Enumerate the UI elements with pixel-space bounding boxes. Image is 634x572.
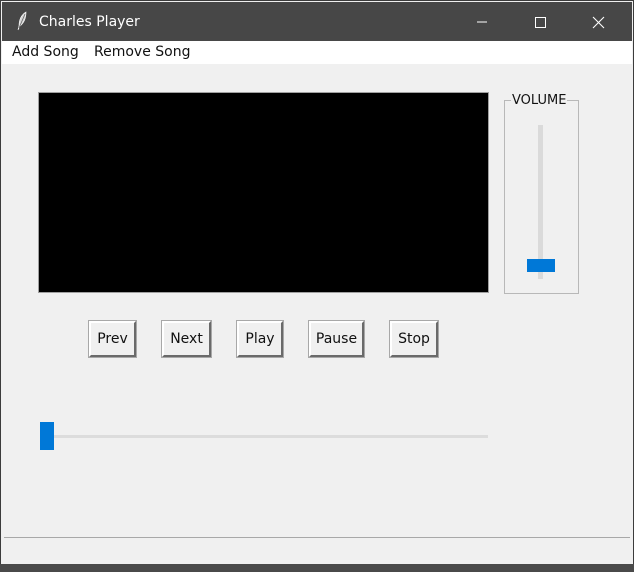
maximize-button[interactable] xyxy=(511,2,569,41)
menu-add-song[interactable]: Add Song xyxy=(12,44,79,61)
minimize-button[interactable] xyxy=(453,2,511,41)
window-bottom-edge xyxy=(0,564,634,572)
prev-button[interactable]: Prev xyxy=(89,321,136,357)
seek-slider-thumb[interactable] xyxy=(40,422,54,450)
next-button[interactable]: Next xyxy=(162,321,211,357)
menu-bar: Add Song Remove Song xyxy=(2,41,632,64)
window-title: Charles Player xyxy=(39,14,140,30)
feather-icon xyxy=(16,11,28,31)
close-button[interactable] xyxy=(569,2,627,41)
volume-label: VOLUME xyxy=(511,93,568,109)
stop-button[interactable]: Stop xyxy=(390,321,438,357)
volume-slider-track[interactable] xyxy=(538,125,543,279)
pause-button[interactable]: Pause xyxy=(309,321,364,357)
player-window: Charles Player Add Song Remove Song VOLU… xyxy=(0,0,634,572)
playlist-display[interactable] xyxy=(38,92,489,293)
volume-slider-thumb[interactable] xyxy=(527,258,555,272)
title-bar[interactable]: Charles Player xyxy=(2,2,632,41)
maximize-icon xyxy=(535,17,546,28)
play-button[interactable]: Play xyxy=(237,321,283,357)
menu-remove-song[interactable]: Remove Song xyxy=(94,44,190,61)
minimize-icon xyxy=(477,21,487,23)
close-icon xyxy=(592,16,605,29)
seek-slider-track[interactable] xyxy=(41,435,488,438)
status-bar xyxy=(4,537,630,565)
